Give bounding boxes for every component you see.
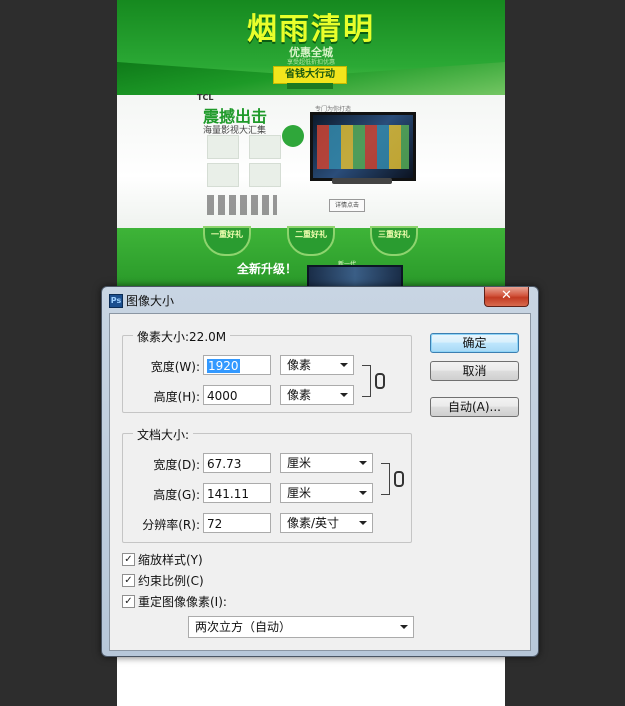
promo-badge <box>282 125 304 147</box>
constrain-proportions-label[interactable]: 约束比例(C) <box>138 572 204 589</box>
doc-width-label: 宽度(D): <box>153 458 200 472</box>
chevron-down-icon <box>340 363 348 367</box>
resample-method-value: 两次立方（自动） <box>195 620 292 634</box>
dialog-titlebar[interactable]: Ps 图像大小 ✕ <box>102 287 538 313</box>
doc-width-unit: 厘米 <box>287 456 312 470</box>
upgrade-text: 全新升级！ <box>237 262 298 276</box>
chain-link-icon <box>394 471 404 487</box>
doc-height-input[interactable]: 141.11 <box>203 483 271 503</box>
doc-height-unit-select[interactable]: 厘米 <box>280 483 373 503</box>
feature-icons <box>207 195 277 215</box>
pixel-link-bracket <box>362 365 371 397</box>
pixel-width-value: 1920 <box>207 359 240 373</box>
pixel-width-input[interactable]: 1920 <box>203 355 271 375</box>
dialog-body: 像素大小:22.0M 宽度(W): 1920 像素 高度(H): 4000 像素… <box>109 313 531 651</box>
doc-width-unit-select[interactable]: 厘米 <box>280 453 373 473</box>
chevron-down-icon <box>340 393 348 397</box>
price-block <box>207 135 239 159</box>
banner-button-underbar <box>287 83 333 89</box>
price-block <box>249 163 281 187</box>
scale-styles-label[interactable]: 缩放样式(Y) <box>138 551 203 568</box>
tv-screen-tiles <box>317 125 409 169</box>
price-block <box>249 135 281 159</box>
price-block <box>207 163 239 187</box>
banner-small-text: 享受超低折扣优惠 <box>286 59 335 66</box>
chevron-down-icon <box>359 491 367 495</box>
resample-image-label[interactable]: 重定图像像素(I): <box>138 593 227 610</box>
resolution-value: 72 <box>207 517 223 531</box>
doc-height-label: 高度(G): <box>153 488 200 502</box>
doc-height-unit: 厘米 <box>287 486 312 500</box>
close-button[interactable]: ✕ <box>484 287 529 307</box>
resolution-unit-select[interactable]: 像素/英寸 <box>280 513 373 533</box>
pixel-dimensions-legend: 像素大小:22.0M <box>133 328 231 345</box>
pixel-width-label: 宽度(W): <box>150 360 200 374</box>
scale-styles-checkbox[interactable]: ✓ <box>122 553 135 566</box>
doc-height-value: 141.11 <box>207 487 249 501</box>
dialog-title: 图像大小 <box>126 294 175 308</box>
doc-width-value: 67.73 <box>207 457 242 471</box>
pixel-height-unit: 像素 <box>287 388 312 402</box>
close-icon: ✕ <box>501 288 512 303</box>
resample-image-checkbox[interactable]: ✓ <box>122 595 135 608</box>
chain-link-icon <box>375 373 385 389</box>
doc-width-input[interactable]: 67.73 <box>203 453 271 473</box>
constrain-proportions-checkbox[interactable]: ✓ <box>122 574 135 587</box>
image-size-dialog: Ps 图像大小 ✕ 像素大小:22.0M 宽度(W): 1920 像素 高度(H… <box>101 286 539 657</box>
pixel-height-value: 4000 <box>207 389 238 403</box>
pixel-height-unit-select[interactable]: 像素 <box>280 385 354 405</box>
banner-title: 烟雨清明 <box>247 12 375 47</box>
resolution-label: 分辨率(R): <box>142 518 200 532</box>
tv-stand <box>332 178 392 184</box>
resample-method-select[interactable]: 两次立方（自动） <box>188 616 414 638</box>
chevron-down-icon <box>359 521 367 525</box>
brand-logo: TCL <box>197 93 214 102</box>
banner-button: 省钱大行动 <box>273 66 347 84</box>
resolution-input[interactable]: 72 <box>203 513 271 533</box>
pixel-height-input[interactable]: 4000 <box>203 385 271 405</box>
auto-button[interactable]: 自动(A)... <box>430 397 519 417</box>
resolution-unit: 像素/英寸 <box>287 516 340 530</box>
chevron-down-icon <box>400 625 408 629</box>
doc-link-bracket <box>381 463 390 495</box>
pixel-width-unit: 像素 <box>287 358 312 372</box>
ok-button[interactable]: 确定 <box>430 333 519 353</box>
lower-white-area <box>117 650 505 706</box>
photoshop-icon: Ps <box>109 294 123 308</box>
cancel-button[interactable]: 取消 <box>430 361 519 381</box>
pixel-height-label: 高度(H): <box>153 390 200 404</box>
top-banner: 烟雨清明 优惠全城 享受超低折扣优惠 省钱大行动 <box>117 0 505 102</box>
document-size-legend: 文档大小: <box>133 426 194 443</box>
pixel-width-unit-select[interactable]: 像素 <box>280 355 354 375</box>
chevron-down-icon <box>359 461 367 465</box>
tv-image <box>310 112 416 181</box>
detail-button: 详情点击 <box>329 199 365 212</box>
